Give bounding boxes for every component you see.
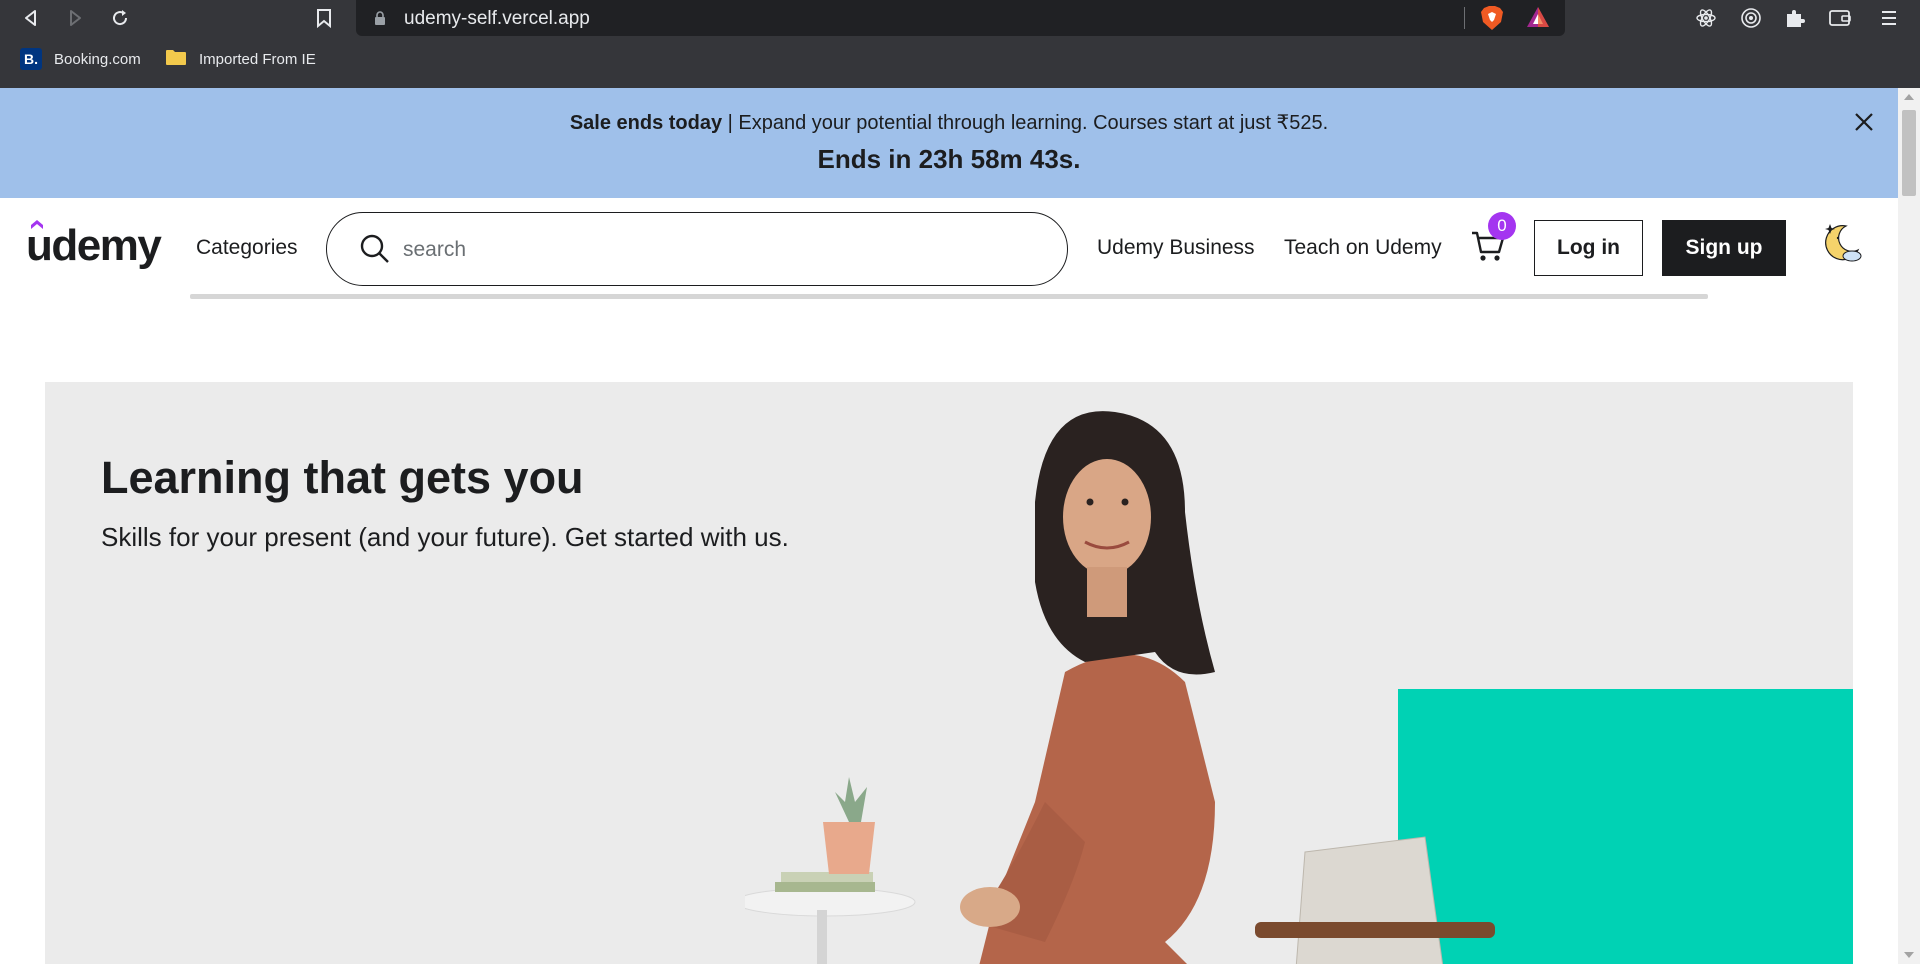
- hero-section: Learning that gets you Skills for your p…: [45, 382, 1853, 964]
- forward-button[interactable]: [61, 4, 89, 32]
- udemy-logo[interactable]: udemy: [26, 216, 168, 275]
- site-header: udemy Categories Udemy Business Teach on…: [0, 198, 1898, 298]
- brave-rewards-icon[interactable]: [1526, 6, 1550, 33]
- sale-headline: Sale ends today: [569, 112, 723, 134]
- bookmark-label: Booking.com: [54, 50, 141, 68]
- browser-chrome: udemy-self.vercel.app B. Booking.com Imp…: [0, 0, 1920, 88]
- bookmarks-bar: B. Booking.com Imported From IE: [0, 44, 1920, 78]
- wallet-icon[interactable]: [1826, 4, 1854, 32]
- scrollbar-thumb[interactable]: [1902, 110, 1916, 196]
- back-button[interactable]: [17, 4, 45, 32]
- teach-on-udemy-link[interactable]: Teach on Udemy: [1284, 236, 1442, 260]
- sale-banner: Sale ends today | Expand your potential …: [0, 88, 1898, 198]
- close-icon[interactable]: [1852, 110, 1876, 134]
- page-scrollbar[interactable]: [1898, 88, 1920, 964]
- brave-shield-icon[interactable]: [1480, 5, 1504, 36]
- categories-link[interactable]: Categories: [196, 236, 298, 260]
- signup-button[interactable]: Sign up: [1662, 220, 1786, 276]
- sale-message: Sale ends today | Expand your potential …: [0, 110, 1898, 135]
- scroll-down-arrow-icon[interactable]: [1904, 952, 1914, 958]
- address-bar[interactable]: udemy-self.vercel.app: [356, 0, 1565, 36]
- booking-icon: B.: [20, 48, 42, 70]
- bookmark-imported-from-ie[interactable]: Imported From IE: [165, 48, 316, 70]
- search-input[interactable]: [403, 235, 1003, 265]
- url-text[interactable]: udemy-self.vercel.app: [404, 8, 590, 30]
- svg-text:udemy: udemy: [26, 221, 162, 270]
- cart-count-badge: 0: [1488, 212, 1516, 240]
- web-page: Sale ends today | Expand your potential …: [0, 88, 1898, 964]
- search-bar[interactable]: [326, 212, 1068, 286]
- login-button[interactable]: Log in: [1534, 220, 1643, 276]
- menu-icon[interactable]: [1875, 4, 1903, 32]
- browser-toolbar: udemy-self.vercel.app: [0, 0, 1920, 36]
- react-devtools-icon[interactable]: [1692, 4, 1720, 32]
- scroll-up-arrow-icon[interactable]: [1904, 94, 1914, 100]
- hero-subtitle: Skills for your present (and your future…: [101, 522, 789, 552]
- bookmark-label: Imported From IE: [199, 50, 316, 68]
- hero-illustration: [745, 411, 1495, 964]
- bookmark-booking[interactable]: B. Booking.com: [20, 48, 141, 70]
- address-divider: [1464, 7, 1465, 29]
- record-extension-icon[interactable]: [1737, 4, 1765, 32]
- dark-mode-toggle-icon[interactable]: [1818, 220, 1864, 266]
- lock-icon: [374, 11, 386, 30]
- udemy-business-link[interactable]: Udemy Business: [1097, 236, 1255, 260]
- sale-detail: | Expand your potential through learning…: [722, 112, 1329, 134]
- bookmark-icon[interactable]: [310, 4, 338, 32]
- search-icon: [359, 233, 391, 270]
- hero-title: Learning that gets you: [101, 452, 584, 503]
- sale-countdown: Ends in 23h 58m 43s.: [817, 144, 1081, 174]
- loading-progress-bar: [190, 294, 1708, 299]
- folder-icon: [165, 48, 187, 70]
- reload-button[interactable]: [106, 4, 134, 32]
- extensions-puzzle-icon[interactable]: [1781, 4, 1809, 32]
